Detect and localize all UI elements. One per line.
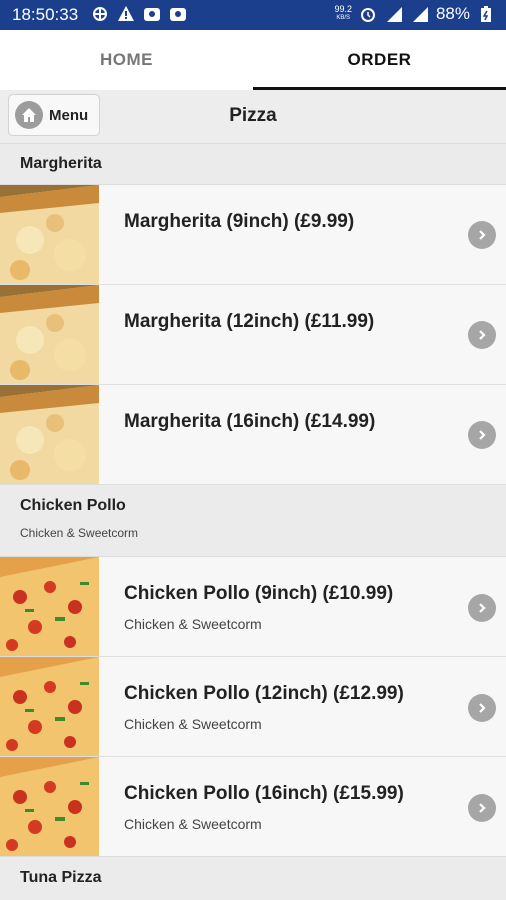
chevron-right-icon[interactable]	[468, 421, 496, 449]
section-title: Chicken Pollo	[20, 497, 126, 514]
list-item[interactable]: Chicken Pollo (9inch) (£10.99) Chicken &…	[0, 557, 506, 657]
section-header-chicken-pollo: Chicken Pollo Chicken & Sweetcorm	[0, 485, 506, 557]
item-title: Margherita (12inch) (£11.99)	[124, 311, 375, 332]
tab-bar: HOME ORDER	[0, 30, 506, 91]
pizza-thumbnail	[0, 385, 99, 484]
item-title: Margherita (9inch) (£9.99)	[124, 211, 355, 232]
pizza-thumbnail	[0, 185, 99, 284]
pizza-thumbnail	[0, 285, 99, 384]
chevron-right-icon[interactable]	[468, 221, 496, 249]
item-subtitle: Chicken & Sweetcorm	[124, 616, 262, 632]
pizza-thumbnail	[0, 657, 99, 756]
notification-icons	[90, 4, 188, 24]
item-title: Margherita (16inch) (£14.99)	[124, 411, 376, 432]
section-header-tuna-pizza: Tuna Pizza	[0, 857, 506, 900]
item-title: Chicken Pollo (12inch) (£12.99)	[124, 683, 404, 704]
system-icons: 99.2 KB/S 88%	[334, 4, 496, 24]
signal-icon	[410, 4, 430, 24]
alarm-icon	[358, 4, 378, 24]
app-notification-icon	[142, 4, 162, 24]
chevron-right-icon[interactable]	[468, 794, 496, 822]
section-subtitle: Chicken & Sweetcorm	[20, 526, 139, 540]
section-title: Tuna Pizza	[20, 869, 102, 886]
tab-home[interactable]: HOME	[0, 30, 253, 90]
tab-order[interactable]: ORDER	[253, 30, 506, 90]
section-header-margherita: Margherita	[0, 144, 506, 185]
pizza-thumbnail	[0, 757, 99, 856]
item-subtitle: Chicken & Sweetcorm	[124, 816, 262, 832]
page-title: Pizza	[229, 105, 277, 126]
status-bar: 18:50:33 99.2 KB/S 88%	[0, 0, 506, 30]
app-notification-icon	[168, 4, 188, 24]
item-title: Chicken Pollo (16inch) (£15.99)	[124, 783, 404, 804]
warning-icon	[116, 4, 136, 24]
chevron-right-icon[interactable]	[468, 594, 496, 622]
list-item[interactable]: Margherita (12inch) (£11.99)	[0, 285, 506, 385]
chevron-right-icon[interactable]	[468, 694, 496, 722]
chevron-right-icon[interactable]	[468, 321, 496, 349]
list-item[interactable]: Chicken Pollo (12inch) (£12.99) Chicken …	[0, 657, 506, 757]
sync-icon	[90, 4, 110, 24]
pizza-thumbnail	[0, 557, 99, 656]
signal-icon	[384, 4, 404, 24]
section-title: Margherita	[20, 155, 102, 172]
item-title: Chicken Pollo (9inch) (£10.99)	[124, 583, 394, 604]
page-header: Menu Pizza	[0, 90, 506, 144]
clock: 18:50:33	[12, 5, 79, 24]
list-item[interactable]: Margherita (16inch) (£14.99)	[0, 385, 506, 485]
battery-icon	[476, 4, 496, 24]
network-speed: 99.2 KB/S	[334, 4, 352, 22]
item-subtitle: Chicken & Sweetcorm	[124, 716, 262, 732]
list-item[interactable]: Margherita (9inch) (£9.99)	[0, 185, 506, 285]
list-item[interactable]: Chicken Pollo (16inch) (£15.99) Chicken …	[0, 757, 506, 857]
battery-percent: 88%	[435, 4, 470, 23]
